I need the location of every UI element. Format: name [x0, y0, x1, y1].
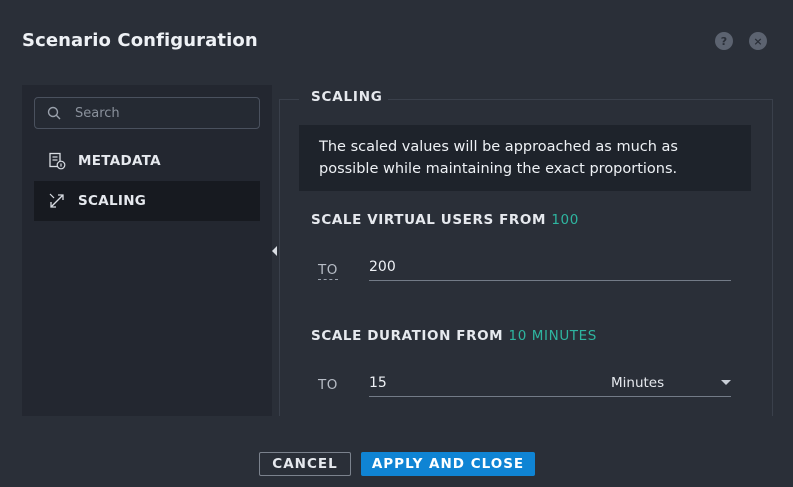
duration-to-field[interactable]: Minutes: [369, 372, 731, 397]
sidebar: METADATA SCALING: [22, 85, 272, 416]
users-to-field[interactable]: [369, 256, 731, 281]
search-input[interactable]: [73, 102, 257, 124]
users-to-label: TO: [318, 262, 338, 280]
search-box[interactable]: [34, 97, 260, 129]
scale-duration-label-text: SCALE DURATION FROM: [311, 328, 504, 344]
scale-users-label: SCALE VIRTUAL USERS FROM 100: [311, 212, 579, 228]
duration-unit-value: Minutes: [611, 375, 665, 391]
section-title: SCALING: [311, 89, 383, 105]
panel-border: [279, 99, 299, 100]
search-icon: [47, 106, 61, 120]
collapse-sidebar-icon[interactable]: [272, 246, 277, 256]
users-to-input[interactable]: [369, 256, 589, 278]
sidebar-item-metadata[interactable]: METADATA: [34, 141, 260, 181]
duration-from-value: 10 MINUTES: [508, 328, 597, 344]
help-icon[interactable]: ?: [715, 32, 733, 50]
sidebar-item-label: SCALING: [78, 193, 147, 209]
scenario-configuration-dialog: Scenario Configuration ? × METADATA: [0, 0, 793, 487]
sidebar-item-scaling[interactable]: SCALING: [34, 181, 260, 221]
scale-duration-label: SCALE DURATION FROM 10 MINUTES: [311, 328, 597, 344]
scaling-icon: [49, 193, 64, 208]
duration-to-label: TO: [318, 377, 338, 393]
cancel-button[interactable]: CANCEL: [259, 452, 351, 476]
info-text: The scaled values will be approached as …: [319, 139, 678, 177]
users-from-value: 100: [551, 212, 579, 228]
duration-unit-select[interactable]: Minutes: [611, 372, 731, 394]
scale-users-label-text: SCALE VIRTUAL USERS FROM: [311, 212, 547, 228]
info-box: The scaled values will be approached as …: [299, 125, 751, 191]
close-icon[interactable]: ×: [749, 32, 767, 50]
dialog-title: Scenario Configuration: [22, 30, 258, 51]
sidebar-item-label: METADATA: [78, 153, 161, 169]
chevron-down-icon: [721, 380, 731, 385]
duration-to-input[interactable]: [369, 372, 589, 394]
panel-border: [388, 99, 772, 100]
document-info-icon: [49, 152, 66, 170]
apply-and-close-button[interactable]: APPLY AND CLOSE: [361, 452, 535, 476]
